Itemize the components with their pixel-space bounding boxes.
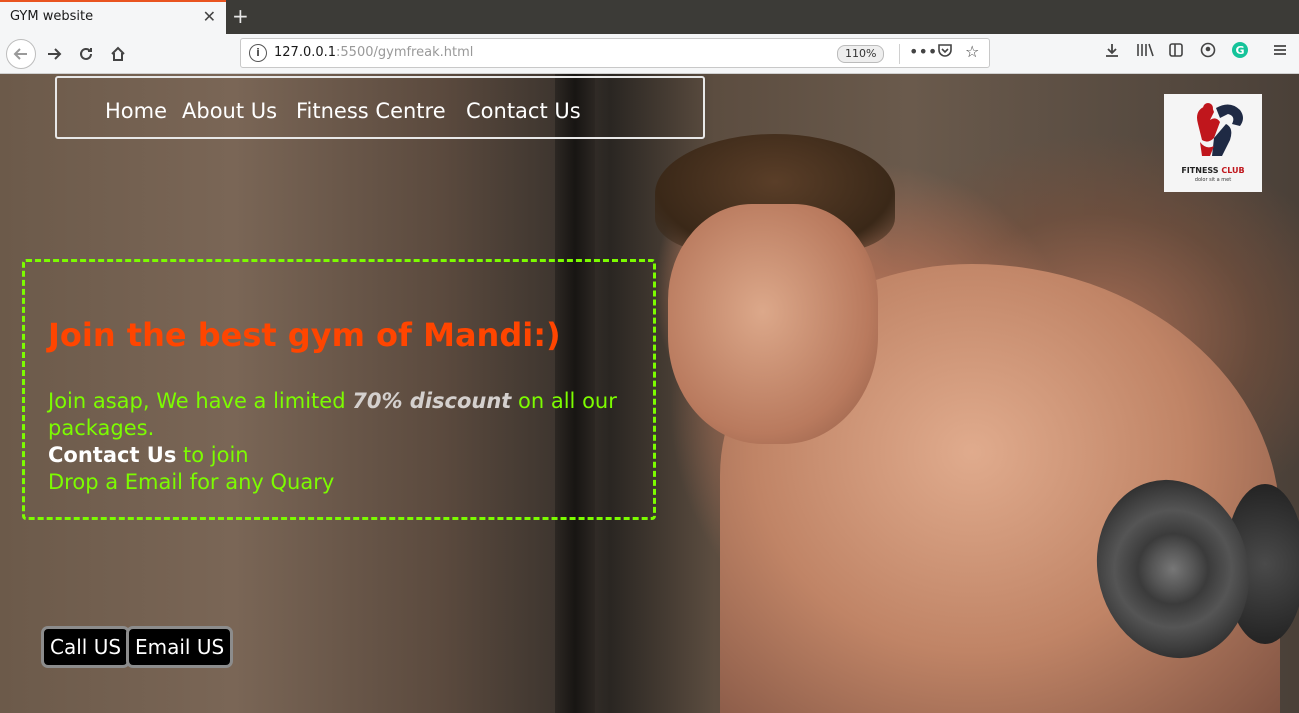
sidebar-icon[interactable] — [1168, 42, 1184, 62]
home-icon — [111, 46, 125, 61]
logo-brand-text: FITNESS — [1181, 166, 1219, 175]
discount-text: 70% discount — [352, 389, 512, 413]
logo-tagline: dolor sit a met — [1194, 177, 1232, 183]
nav-home[interactable]: Home — [105, 99, 167, 123]
tab-title: GYM website — [10, 9, 94, 24]
logo-club-text: CLUB — [1221, 166, 1245, 175]
email-us-button[interactable]: Email US — [126, 626, 234, 668]
url-text[interactable]: 127.0.0.1:5500/gymfreak.html — [274, 45, 473, 60]
grammarly-extension-icon[interactable]: G — [1232, 42, 1248, 62]
site-info-icon[interactable]: i — [249, 44, 267, 62]
tab-bar: GYM website ✕ + — [0, 0, 1299, 34]
bookmark-star-icon[interactable]: ☆ — [965, 42, 979, 61]
promo-line3: Drop a Email for any Quary — [48, 470, 335, 494]
logo-brand: FITNESS CLUB — [1164, 166, 1262, 175]
nav-fitness-centre[interactable]: Fitness Centre — [296, 99, 446, 123]
call-us-button[interactable]: Call US — [41, 626, 131, 668]
forward-button[interactable] — [40, 40, 68, 68]
promo-line1-start: Join asap, We have a limited — [48, 389, 353, 413]
url-bar[interactable]: i 127.0.0.1:5500/gymfreak.html 110% ••• … — [240, 38, 990, 68]
page-hero: Home About Us Fitness Centre Contact Us … — [0, 74, 1299, 713]
url-path: :5500/gymfreak.html — [336, 45, 474, 60]
nav-bar: Home About Us Fitness Centre Contact Us — [55, 76, 705, 139]
library-icon[interactable] — [1136, 42, 1154, 62]
promo-box: Join the best gym of Mandi:) Join asap, … — [22, 259, 656, 520]
nav-about-us[interactable]: About Us — [182, 99, 277, 123]
promo-body: Join asap, We have a limited 70% discoun… — [48, 388, 618, 496]
contact-us-bold: Contact Us — [48, 443, 177, 467]
browser-toolbar: i 127.0.0.1:5500/gymfreak.html 110% ••• … — [0, 34, 1299, 74]
forward-arrow-icon — [48, 48, 62, 60]
back-arrow-icon — [13, 48, 27, 60]
downloads-icon[interactable] — [1104, 42, 1120, 62]
pocket-icon[interactable] — [937, 42, 953, 62]
back-button[interactable] — [6, 39, 36, 69]
new-tab-button[interactable]: + — [232, 4, 249, 28]
home-button[interactable] — [104, 40, 132, 68]
menu-hamburger-icon[interactable] — [1272, 42, 1288, 62]
bodybuilder-logo-icon — [1197, 103, 1243, 156]
nav-contact-us[interactable]: Contact Us — [466, 99, 581, 123]
svg-text:G: G — [1235, 44, 1244, 57]
reload-button[interactable] — [72, 40, 100, 68]
promo-line2-rest: to join — [176, 443, 249, 467]
promo-title: Join the best gym of Mandi:) — [48, 316, 561, 354]
page-actions-icon[interactable]: ••• — [909, 42, 937, 61]
hero-image-face — [668, 204, 878, 444]
browser-tab[interactable]: GYM website ✕ — [0, 0, 226, 34]
close-tab-icon[interactable]: ✕ — [203, 7, 216, 26]
account-icon[interactable] — [1200, 42, 1216, 62]
reload-icon — [80, 47, 92, 60]
url-host: 127.0.0.1 — [274, 45, 337, 60]
fitness-club-logo: FITNESS CLUB dolor sit a met — [1164, 94, 1262, 192]
zoom-level[interactable]: 110% — [837, 45, 885, 63]
url-separator — [899, 44, 900, 64]
